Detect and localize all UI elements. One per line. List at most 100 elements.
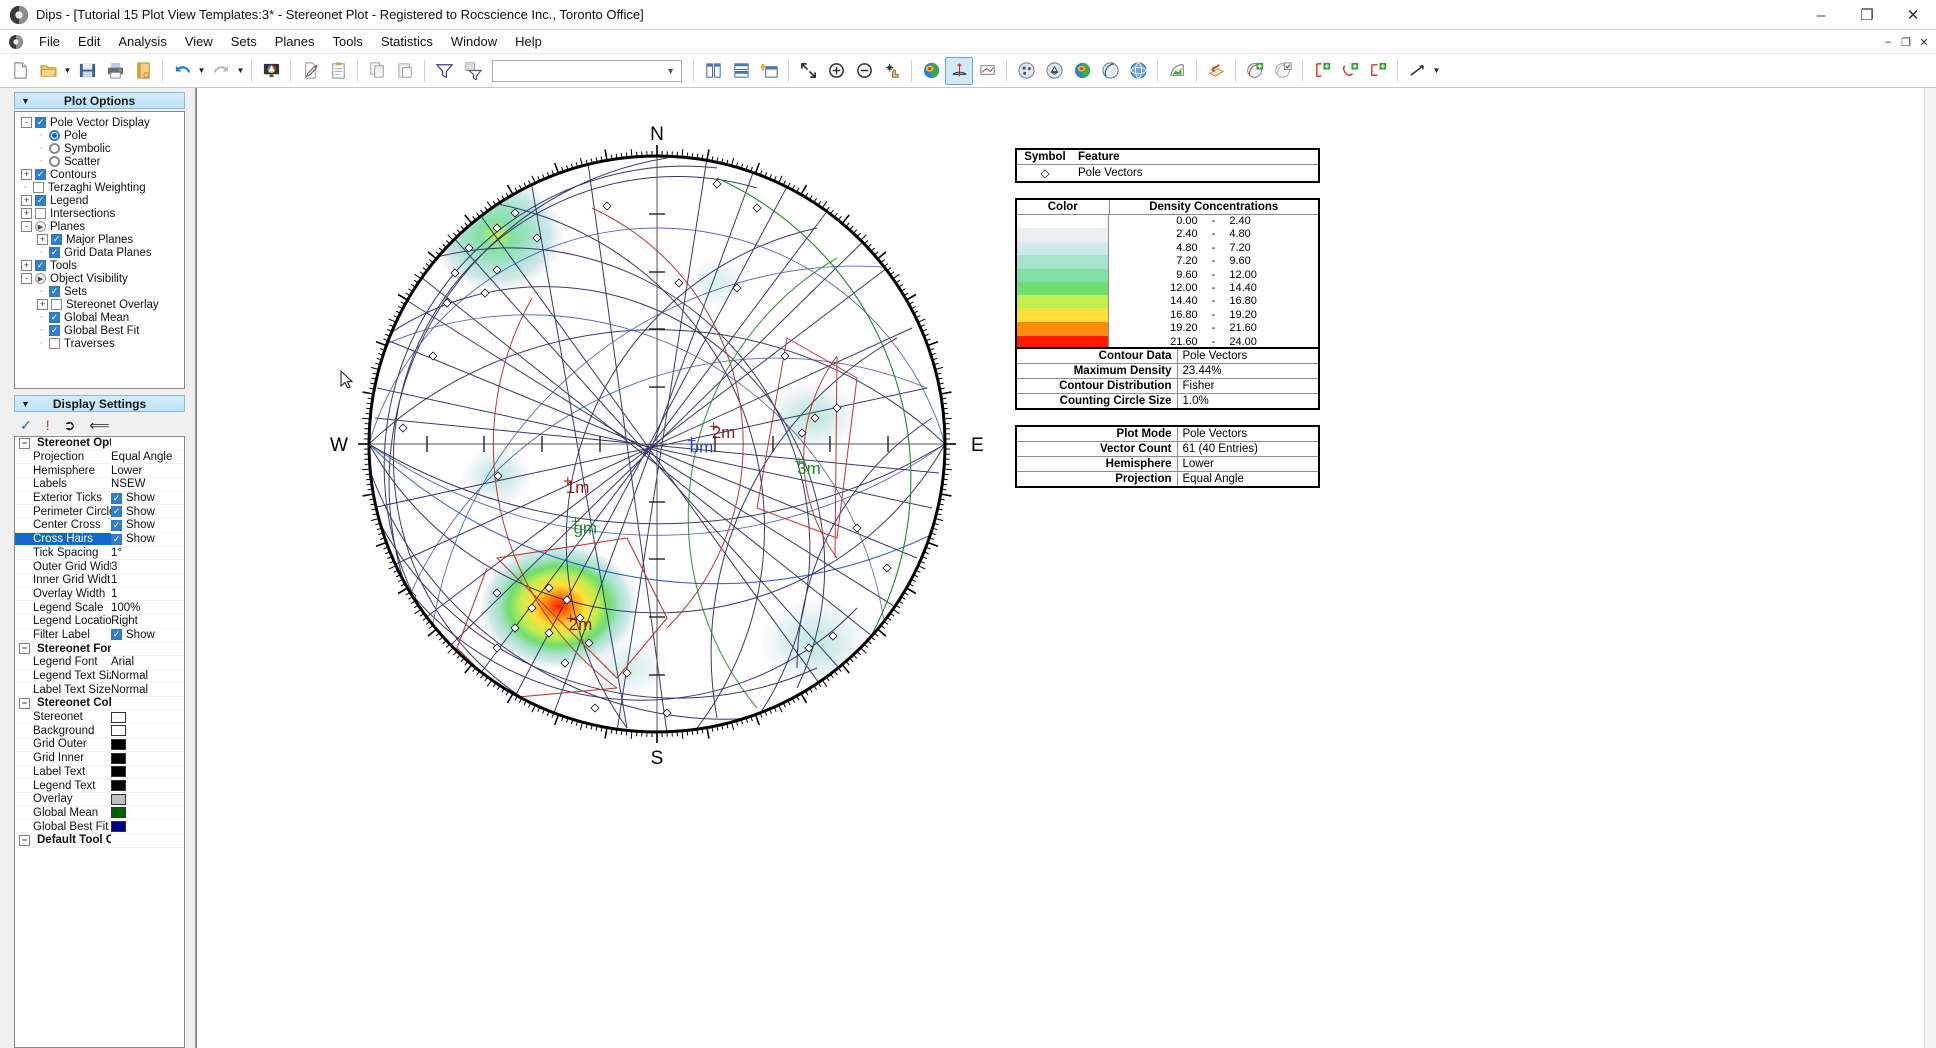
redo-icon[interactable] <box>207 57 235 85</box>
menu-item-file[interactable]: File <box>30 31 69 52</box>
property-row-global-best-fit[interactable]: Global Best Fit <box>15 820 184 834</box>
property-row-label-text-size[interactable]: Label Text SizeNormal <box>15 683 184 697</box>
tree-item-traverses[interactable]: ╴Traverses <box>17 337 182 350</box>
menu-item-sets[interactable]: Sets <box>222 31 266 52</box>
tree-expander[interactable]: - <box>21 221 32 232</box>
filter-icon[interactable] <box>430 57 458 85</box>
contour-plot-icon[interactable] <box>917 57 945 85</box>
property-row-overlay-width[interactable]: Overlay Width1 <box>15 588 184 602</box>
flatten-icon[interactable] <box>1202 57 1230 85</box>
tree-arrow-icon[interactable]: ▶ <box>35 221 46 232</box>
group-expander[interactable]: − <box>19 643 30 654</box>
tile-vertical-icon[interactable] <box>699 57 727 85</box>
menu-item-statistics[interactable]: Statistics <box>372 31 442 52</box>
tree-checkbox[interactable]: ✓ <box>49 312 60 323</box>
apply-check-icon[interactable]: ✓ <box>20 417 32 434</box>
save-icon[interactable] <box>73 57 101 85</box>
tree-checkbox[interactable]: ✓ <box>49 286 60 297</box>
tree-expander[interactable]: + <box>21 169 32 180</box>
property-row-grid-outer[interactable]: Grid Outer <box>15 738 184 752</box>
tree-item-pole[interactable]: ╴Pole <box>17 129 182 142</box>
tree-item-global-mean[interactable]: ╴✓Global Mean <box>17 311 182 324</box>
tree-item-grid-data-planes[interactable]: ╴✓Grid Data Planes <box>17 246 182 259</box>
close-button[interactable]: ✕ <box>1890 0 1936 30</box>
property-checkbox[interactable]: ✓ <box>111 493 122 504</box>
display-settings-header[interactable]: ▼ Display Settings <box>14 395 185 412</box>
tree-radio[interactable] <box>49 130 60 141</box>
color-swatch[interactable] <box>111 739 126 750</box>
edit-properties-icon[interactable] <box>296 57 324 85</box>
collapse-triangle-icon[interactable]: ▼ <box>21 96 30 106</box>
menu-item-window[interactable]: Window <box>442 31 506 52</box>
property-group-stereonet-fonts[interactable]: −Stereonet Fonts <box>15 642 184 656</box>
tree-checkbox[interactable]: ✓ <box>49 325 60 336</box>
toolbar-combo-box[interactable]: ▼ <box>492 60 682 82</box>
property-row-cross-hairs[interactable]: Cross Hairs✓Show <box>15 533 184 547</box>
tree-arrow-icon[interactable]: ▶ <box>35 273 46 284</box>
property-row-hemisphere[interactable]: HemisphereLower <box>15 464 184 478</box>
tree-radio[interactable] <box>49 143 60 154</box>
property-row-outer-grid-width[interactable]: Outer Grid Width3 <box>15 560 184 574</box>
mdi-close-button[interactable]: ✕ <box>1916 34 1932 50</box>
tree-item-stereonet-overlay[interactable]: +Stereonet Overlay <box>17 298 182 311</box>
stereonet-canvas[interactable]: N S E W bm1m2mgm2m3m Symbol Feature ◇ Po <box>196 88 1936 1048</box>
tree-checkbox[interactable]: ✓ <box>35 195 46 206</box>
undo-icon[interactable] <box>168 57 196 85</box>
tree-radio[interactable] <box>49 156 60 167</box>
tree-expander[interactable]: - <box>21 273 32 284</box>
import-icon[interactable]: ⟸ <box>89 417 109 434</box>
property-row-filter-label[interactable]: Filter Label✓Show <box>15 629 184 643</box>
tree-expander[interactable]: + <box>37 299 48 310</box>
menu-item-edit[interactable]: Edit <box>69 31 109 52</box>
color-swatch[interactable] <box>111 821 126 832</box>
new-window-icon[interactable] <box>755 57 783 85</box>
tree-checkbox[interactable]: ✓ <box>35 117 46 128</box>
tree-checkbox[interactable]: ✓ <box>51 234 62 245</box>
plot-options-header[interactable]: ▼ Plot Options <box>14 92 185 109</box>
tree-checkbox[interactable]: ✓ <box>49 247 60 258</box>
zoom-all-icon[interactable] <box>794 57 822 85</box>
group-expander[interactable]: − <box>19 438 30 449</box>
color-swatch[interactable] <box>111 712 126 723</box>
export-icon[interactable]: ➲ <box>64 417 76 434</box>
line-tool-icon[interactable] <box>1403 57 1431 85</box>
group-expander[interactable]: − <box>19 835 30 846</box>
tree-item-contours[interactable]: +✓Contours <box>17 168 182 181</box>
property-row-tick-spacing[interactable]: Tick Spacing1° <box>15 547 184 561</box>
menu-item-analysis[interactable]: Analysis <box>109 31 175 52</box>
3d-stereonet-icon[interactable] <box>1124 57 1152 85</box>
menu-item-planes[interactable]: Planes <box>266 31 324 52</box>
tree-checkbox[interactable]: ✓ <box>35 169 46 180</box>
color-swatch[interactable] <box>111 725 126 736</box>
add-freehand-icon[interactable] <box>1336 57 1364 85</box>
property-row-legend-location[interactable]: Legend LocationRight <box>15 615 184 629</box>
property-row-background[interactable]: Background <box>15 724 184 738</box>
color-swatch[interactable] <box>111 794 126 805</box>
line-dropdown-chevron-down-icon[interactable]: ▼ <box>1431 58 1442 84</box>
tree-item-terzaghi-weighting[interactable]: ╴Terzaghi Weighting <box>17 181 182 194</box>
new-icon[interactable] <box>6 57 34 85</box>
open-icon[interactable] <box>34 57 62 85</box>
tree-checkbox[interactable] <box>49 338 60 349</box>
chevron-down-icon[interactable]: ▼ <box>666 66 675 76</box>
print-preview-icon[interactable] <box>129 57 157 85</box>
zoom-in-icon[interactable] <box>822 57 850 85</box>
property-row-perimeter-circle[interactable]: Perimeter Circle✓Show <box>15 505 184 519</box>
cone-plot-icon[interactable] <box>1040 57 1068 85</box>
tree-expander[interactable]: + <box>21 195 32 206</box>
property-group-default-tool-colors[interactable]: −Default Tool Colors <box>15 834 184 848</box>
zoom-out-icon[interactable] <box>850 57 878 85</box>
collapse-triangle-icon[interactable]: ▼ <box>21 399 30 409</box>
color-swatch[interactable] <box>111 807 126 818</box>
property-checkbox[interactable]: ✓ <box>111 629 122 640</box>
tree-expander[interactable]: + <box>37 234 48 245</box>
plot-options-tree[interactable]: -✓Pole Vector Display╴Pole╴Symbolic╴Scat… <box>14 111 185 389</box>
property-row-overlay[interactable]: Overlay <box>15 793 184 807</box>
display-settings-grid[interactable]: −Stereonet OptionsProjectionEqual AngleH… <box>14 436 185 1048</box>
menu-item-tools[interactable]: Tools <box>324 31 372 52</box>
major-planes-icon[interactable] <box>1096 57 1124 85</box>
property-row-label-text[interactable]: Label Text <box>15 766 184 780</box>
chart-icon[interactable] <box>1163 57 1191 85</box>
mdi-restore-button[interactable]: ❐ <box>1898 34 1914 50</box>
property-checkbox[interactable]: ✓ <box>111 506 122 517</box>
